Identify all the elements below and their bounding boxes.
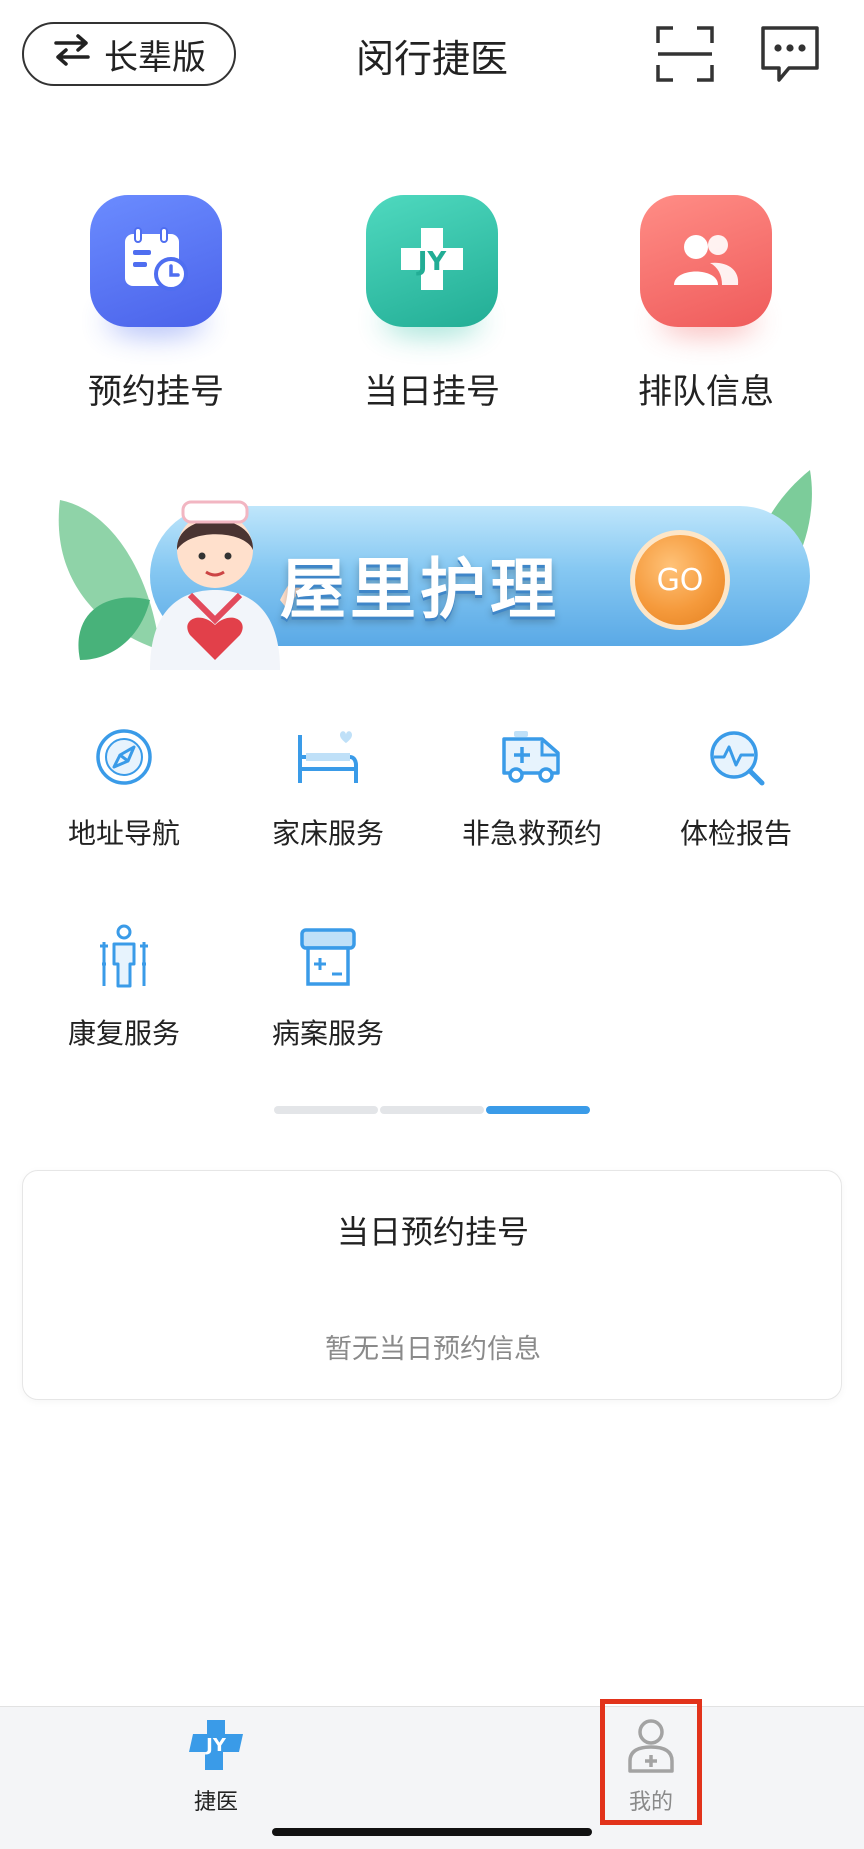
service-medical-record[interactable]: 病案服务 xyxy=(228,922,428,1052)
banner-title: 屋里护理 xyxy=(280,551,560,628)
service-label: 病案服务 xyxy=(271,1017,384,1050)
service-label: 康复服务 xyxy=(67,1017,180,1050)
home-bed-icon xyxy=(293,722,363,792)
service-health-report[interactable]: 体检报告 xyxy=(636,722,836,852)
tab-home[interactable]: JY 捷医 xyxy=(146,1712,286,1816)
service-label: 地址导航 xyxy=(67,817,180,850)
appointment-label: 预约挂号 xyxy=(88,372,224,412)
page-title: 闵行捷医 xyxy=(355,37,508,81)
same-day-appointment-card: 当日预约挂号 暂无当日预约信息 xyxy=(22,1170,842,1400)
service-label: 家床服务 xyxy=(271,817,384,850)
message-icon[interactable] xyxy=(758,22,822,86)
service-label: 非急救预约 xyxy=(461,817,602,850)
svg-text:JY: JY xyxy=(416,247,448,277)
pager-dot xyxy=(274,1106,378,1114)
service-home-bed[interactable]: 家床服务 xyxy=(228,722,428,852)
service-non-emergency[interactable]: 非急救预约 xyxy=(432,722,632,852)
highlight-box xyxy=(600,1699,702,1825)
same-day-tile[interactable]: JY xyxy=(366,195,498,327)
jy-logo-icon: JY xyxy=(146,1712,286,1778)
ambulance-icon xyxy=(497,722,567,792)
service-address-navigation[interactable]: 地址导航 xyxy=(24,722,224,852)
jy-cross-icon: JY xyxy=(397,224,467,298)
people-icon xyxy=(670,229,742,293)
queue-tile[interactable] xyxy=(640,195,772,327)
pager-dot xyxy=(380,1106,484,1114)
service-rehabilitation[interactable]: 康复服务 xyxy=(24,922,224,1052)
service-label: 体检报告 xyxy=(679,817,792,850)
go-button[interactable]: GO xyxy=(630,530,730,630)
tab-label: 捷医 xyxy=(193,1790,238,1815)
calendar-clock-icon xyxy=(121,226,191,296)
appointment-tile[interactable] xyxy=(90,195,222,327)
navigation-compass-icon xyxy=(89,722,159,792)
queue-label: 排队信息 xyxy=(638,372,774,412)
medical-record-icon xyxy=(293,922,363,992)
same-day-label: 当日挂号 xyxy=(364,372,500,412)
svg-text:JY: JY xyxy=(204,1735,227,1756)
card-title: 当日预约挂号 xyxy=(336,1213,529,1251)
empty-state-text: 暂无当日预约信息 xyxy=(325,1334,541,1365)
home-indicator xyxy=(272,1828,592,1836)
health-report-icon xyxy=(701,722,771,792)
pager-dot-active xyxy=(486,1106,590,1114)
home-nursing-banner[interactable]: 屋里护理 GO xyxy=(40,470,820,670)
rehab-person-icon xyxy=(89,922,159,992)
scan-icon[interactable] xyxy=(653,22,717,86)
